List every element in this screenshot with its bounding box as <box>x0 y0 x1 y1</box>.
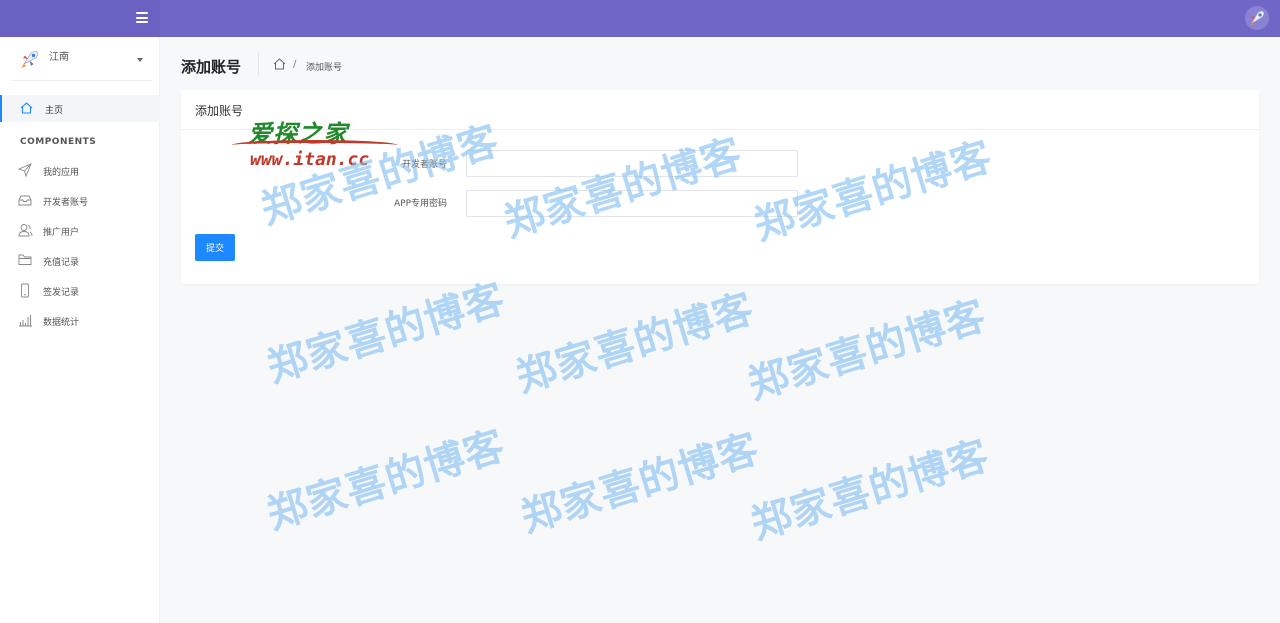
sidebar-item-home[interactable]: 主页 <box>0 95 160 122</box>
rocket-avatar-icon <box>21 50 39 68</box>
watermark-text: 郑家喜的博客 <box>261 422 511 539</box>
breadcrumb-separator: / <box>293 59 297 70</box>
watermark-text: 郑家喜的博客 <box>742 292 992 409</box>
sidebar-item-my-apps[interactable]: 我的应用 <box>0 159 160 183</box>
chevron-down-icon[interactable] <box>137 58 143 62</box>
app-password-label: APP专用密码 <box>393 199 447 209</box>
sidebar-item-statistics[interactable]: 数据统计 <box>0 309 160 333</box>
home-icon[interactable] <box>273 58 286 70</box>
watermark-text: 郑家喜的博客 <box>510 285 760 402</box>
submit-button[interactable]: 提交 <box>195 234 235 261</box>
sidebar-item-label: 开发者账号 <box>43 198 89 208</box>
card-title: 添加账号 <box>195 104 244 118</box>
sidebar-item-label: 签发记录 <box>43 288 80 298</box>
sidebar-item-recharge-records[interactable]: 充值记录 <box>0 249 160 273</box>
sidebar-section-heading: COMPONENTS <box>20 137 97 147</box>
inbox-icon <box>18 195 32 206</box>
sidebar-item-promoted-users[interactable]: 推广用户 <box>0 219 160 243</box>
app-password-input[interactable] <box>466 190 798 217</box>
users-icon <box>18 224 33 237</box>
top-navbar <box>0 0 1280 37</box>
page-title: 添加账号 <box>181 58 242 76</box>
watermark-text: 郑家喜的博客 <box>745 432 995 549</box>
home-icon <box>20 102 33 114</box>
sidebar-header <box>0 0 160 37</box>
divider <box>258 53 259 75</box>
add-account-card: 添加账号 开发者账号 APP专用密码 提交 <box>181 90 1259 284</box>
divider <box>12 80 152 81</box>
sidebar-item-signing-records[interactable]: 签发记录 <box>0 279 160 303</box>
divider <box>181 129 1259 130</box>
sidebar-item-label: 数据统计 <box>43 318 80 328</box>
folder-icon <box>18 254 32 265</box>
sidebar-item-label: 主页 <box>45 106 64 116</box>
phone-icon <box>21 283 29 298</box>
sidebar-item-label: 我的应用 <box>43 168 80 178</box>
developer-account-label: 开发者账号 <box>401 160 447 170</box>
user-name: 江南 <box>49 52 69 63</box>
sidebar: 江南 主页 COMPONENTS 我的应用 开发者账号 推广用户 充值记录 签发… <box>0 37 160 623</box>
sidebar-item-developer-account[interactable]: 开发者账号 <box>0 189 160 213</box>
developer-account-input[interactable] <box>466 150 798 177</box>
send-icon <box>18 163 32 177</box>
rocket-avatar-icon[interactable] <box>1244 5 1270 31</box>
breadcrumb-current: 添加账号 <box>306 63 343 73</box>
watermark-text: 郑家喜的博客 <box>515 425 765 542</box>
watermark-text: 郑家喜的博客 <box>261 275 511 392</box>
sidebar-item-label: 充值记录 <box>43 258 80 268</box>
bar-chart-icon <box>19 315 32 327</box>
user-menu[interactable]: 江南 <box>0 45 160 81</box>
menu-toggle-icon[interactable] <box>136 12 148 23</box>
sidebar-item-label: 推广用户 <box>43 228 80 238</box>
